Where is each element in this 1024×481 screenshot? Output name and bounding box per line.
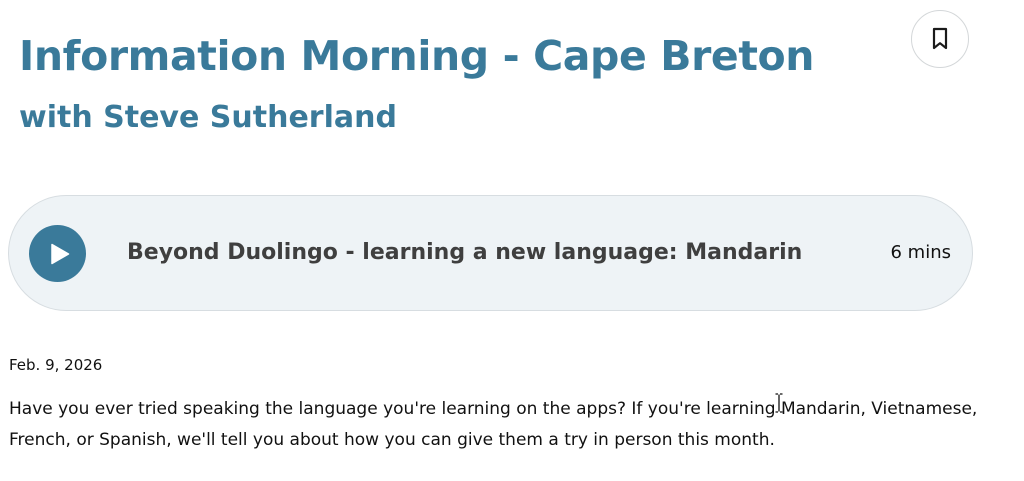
episode-description: Have you ever tried speaking the languag… — [9, 399, 978, 450]
episode-duration: 6 mins — [890, 242, 952, 263]
audio-player[interactable]: Beyond Duolingo - learning a new languag… — [8, 195, 973, 311]
bookmark-button[interactable] — [911, 10, 969, 68]
episode-date: Feb. 9, 2026 — [9, 356, 103, 374]
show-title: Information Morning - Cape Breton — [19, 32, 815, 80]
bookmark-icon — [931, 27, 949, 51]
play-button[interactable] — [29, 225, 86, 282]
episode-title[interactable]: Beyond Duolingo - learning a new languag… — [127, 238, 802, 268]
play-icon — [46, 243, 70, 265]
show-host-subtitle: with Steve Sutherland — [19, 100, 397, 135]
text-cursor-icon — [775, 393, 783, 413]
